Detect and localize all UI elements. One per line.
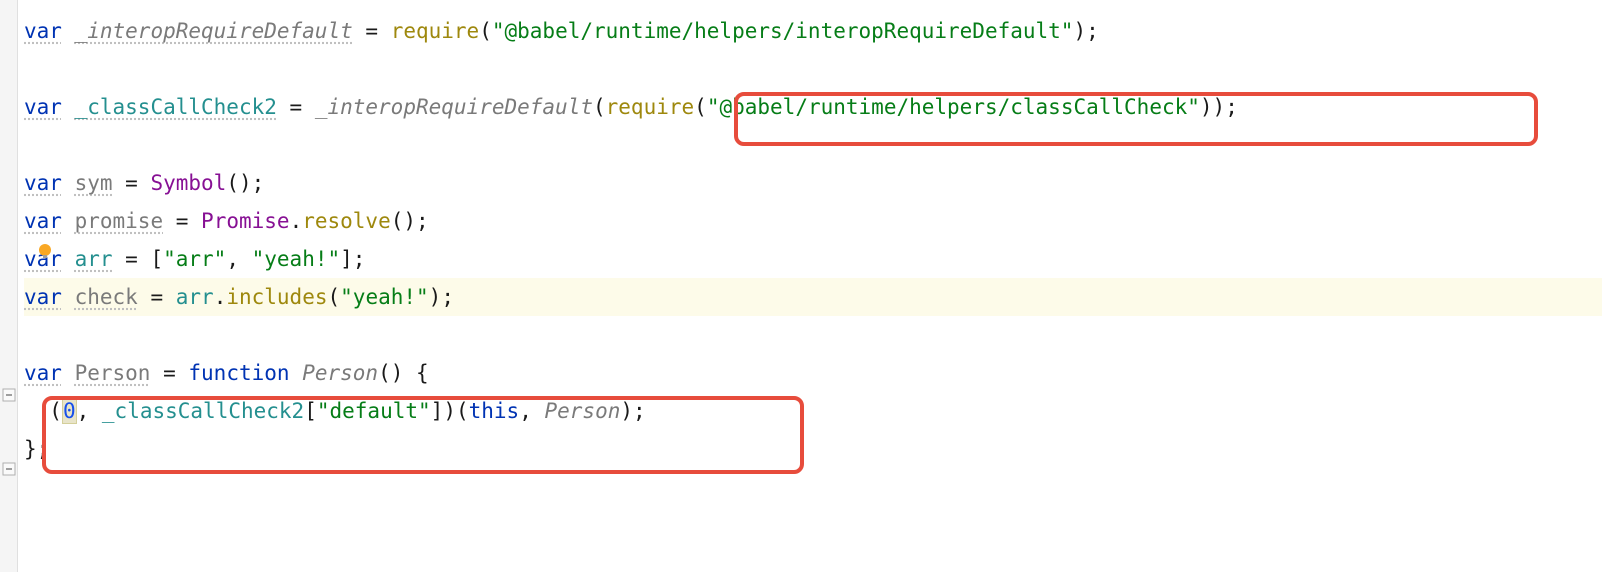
keyword-var: var	[24, 95, 62, 119]
code-line: var sym = Symbol();	[24, 164, 1602, 202]
code-line: var _interopRequireDefault = require("@b…	[24, 12, 1602, 50]
string-literal: "default"	[317, 399, 431, 423]
var-ref: arr	[176, 285, 214, 309]
string-literal: "yeah!"	[340, 285, 429, 309]
keyword-var: var	[24, 361, 62, 385]
method-call: resolve	[302, 209, 391, 233]
function-call: _interopRequireDefault	[315, 95, 593, 119]
empty-line	[24, 50, 1602, 88]
method-call: includes	[226, 285, 327, 309]
constructor: Symbol	[150, 171, 226, 195]
var-name: arr	[75, 247, 113, 271]
empty-line	[24, 316, 1602, 354]
keyword-var: var	[24, 209, 62, 233]
var-name: check	[75, 285, 138, 309]
function-name: Person	[302, 361, 378, 385]
string-literal: "yeah!"	[252, 247, 341, 271]
keyword-function: function	[188, 361, 289, 385]
editor-gutter	[0, 0, 18, 572]
string-literal: "@babel/runtime/helpers/interopRequireDe…	[492, 19, 1074, 43]
code-editor[interactable]: var _interopRequireDefault = require("@b…	[0, 0, 1602, 468]
code-line: var arr = ["arr", "yeah!"];	[24, 240, 1602, 278]
code-line-current: var check = arr.includes("yeah!");	[24, 278, 1602, 316]
fold-toggle-start-icon[interactable]	[2, 388, 16, 402]
fold-toggle-end-icon[interactable]	[2, 462, 16, 476]
require-call: require	[391, 19, 480, 43]
number-literal: 0	[62, 398, 77, 424]
var-name: Person	[75, 361, 151, 385]
require-call: require	[606, 95, 695, 119]
keyword-var: var	[24, 19, 62, 43]
empty-line	[24, 126, 1602, 164]
string-literal: "@babel/runtime/helpers/classCallCheck"	[707, 95, 1200, 119]
code-line: (0, _classCallCheck2["default"])(this, P…	[24, 392, 1602, 430]
code-line: var _classCallCheck2 = _interopRequireDe…	[24, 88, 1602, 126]
intention-bulb-icon[interactable]	[36, 242, 54, 260]
code-line: };	[24, 430, 1602, 468]
keyword-var: var	[24, 171, 62, 195]
code-line: var promise = Promise.resolve();	[24, 202, 1602, 240]
var-ref: _classCallCheck2	[102, 399, 304, 423]
constructor: Promise	[201, 209, 290, 233]
arg-ref: Person	[545, 399, 621, 423]
var-name: _classCallCheck2	[75, 95, 277, 119]
keyword-this: this	[469, 399, 520, 423]
code-line: var Person = function Person() {	[24, 354, 1602, 392]
keyword-var: var	[24, 285, 62, 309]
var-name: sym	[75, 171, 113, 195]
var-name: promise	[75, 209, 164, 233]
var-name: _interopRequireDefault	[75, 19, 353, 43]
string-literal: "arr"	[163, 247, 226, 271]
